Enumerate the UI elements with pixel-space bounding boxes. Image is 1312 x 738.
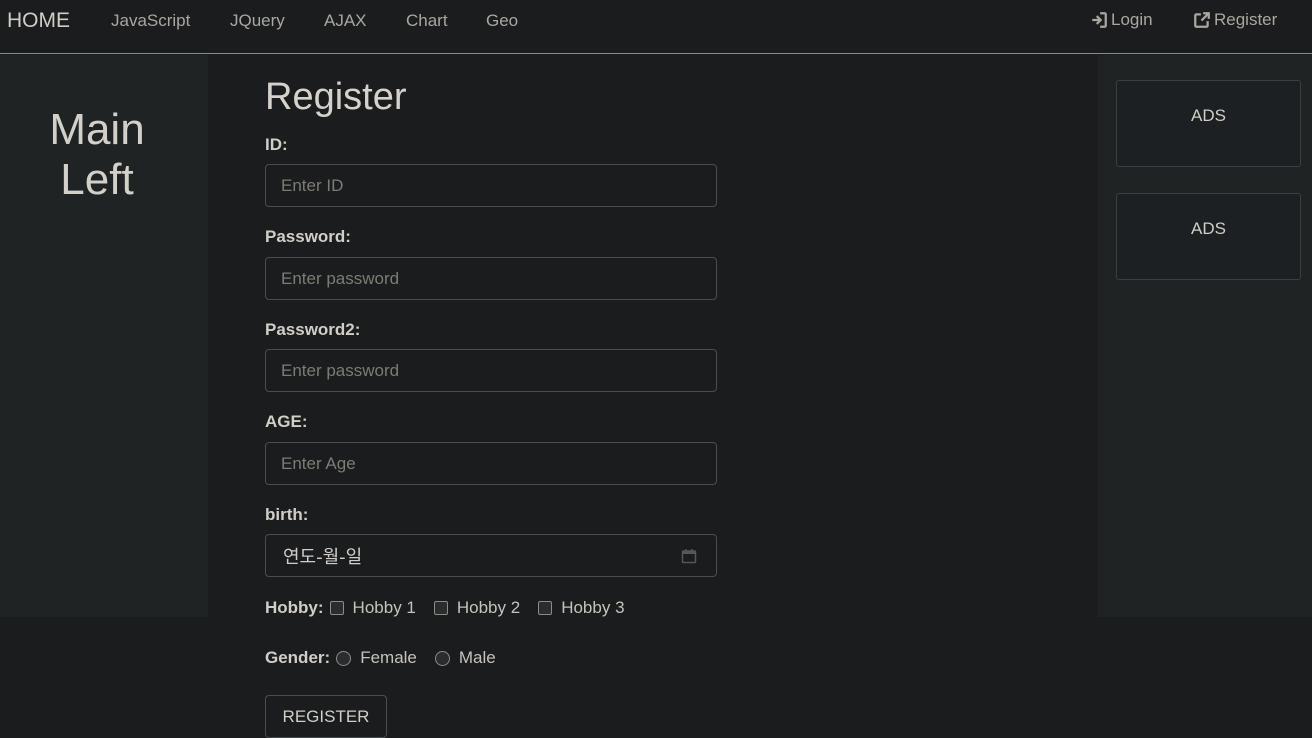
gender-row: Gender: Female Male bbox=[265, 648, 514, 668]
gender-male-radio[interactable] bbox=[434, 650, 450, 666]
register-label: Register bbox=[1214, 10, 1278, 29]
age-label: AGE: bbox=[265, 412, 308, 431]
hobby-2-label[interactable]: Hobby 2 bbox=[457, 598, 520, 618]
hobby-3-checkbox[interactable] bbox=[538, 601, 553, 615]
register-button[interactable]: REGISTER bbox=[265, 695, 387, 738]
hobby-label: Hobby: bbox=[265, 598, 324, 617]
hobby-1-label[interactable]: Hobby 1 bbox=[353, 598, 416, 618]
left-title-line2: Left bbox=[60, 155, 134, 204]
sign-in-icon bbox=[1092, 12, 1107, 28]
hobby-1-checkbox[interactable] bbox=[329, 601, 344, 615]
home-link[interactable]: HOME bbox=[7, 9, 70, 33]
hobby-2-checkbox[interactable] bbox=[433, 601, 448, 615]
left-sidebar: Main Left bbox=[0, 55, 208, 617]
top-navbar: HOME JavaScript JQuery AJAX Chart Geo Lo… bbox=[0, 0, 1312, 54]
nav-link-ajax[interactable]: AJAX bbox=[324, 11, 367, 31]
login-label: Login bbox=[1111, 10, 1153, 29]
left-title-line1: Main bbox=[49, 105, 145, 154]
external-link-icon bbox=[1194, 12, 1210, 28]
birth-date-input[interactable]: 연도-월-일 bbox=[265, 534, 717, 577]
right-sidebar: ADS ADS bbox=[1098, 55, 1312, 617]
login-link[interactable]: Login bbox=[1090, 10, 1153, 30]
ads-box[interactable]: ADS bbox=[1116, 80, 1301, 167]
id-label: ID: bbox=[265, 135, 288, 154]
id-input[interactable] bbox=[265, 164, 717, 207]
nav-link-geo[interactable]: Geo bbox=[486, 11, 518, 31]
calendar-icon[interactable] bbox=[681, 548, 697, 564]
age-input[interactable] bbox=[265, 442, 717, 485]
password2-label: Password2: bbox=[265, 320, 361, 339]
gender-female-radio[interactable] bbox=[336, 650, 352, 666]
page-title: Register bbox=[265, 76, 407, 118]
hobby-row: Hobby: Hobby 1 Hobby 2 Hobby 3 bbox=[265, 598, 643, 618]
ads-box[interactable]: ADS bbox=[1116, 193, 1301, 280]
birth-date-value: 연도-월-일 bbox=[283, 547, 363, 568]
nav-link-jquery[interactable]: JQuery bbox=[230, 11, 285, 31]
birth-label: birth: bbox=[265, 505, 309, 524]
gender-male-label[interactable]: Male bbox=[459, 648, 496, 668]
nav-link-javascript[interactable]: JavaScript bbox=[111, 11, 190, 31]
password-input[interactable] bbox=[265, 257, 717, 300]
password2-input[interactable] bbox=[265, 349, 717, 392]
password-label: Password: bbox=[265, 227, 351, 246]
left-title: Main Left bbox=[0, 105, 194, 205]
gender-label: Gender: bbox=[265, 648, 331, 667]
hobby-3-label[interactable]: Hobby 3 bbox=[561, 598, 624, 618]
gender-female-label[interactable]: Female bbox=[360, 648, 417, 668]
nav-link-chart[interactable]: Chart bbox=[406, 11, 448, 31]
register-link[interactable]: Register bbox=[1193, 10, 1277, 30]
